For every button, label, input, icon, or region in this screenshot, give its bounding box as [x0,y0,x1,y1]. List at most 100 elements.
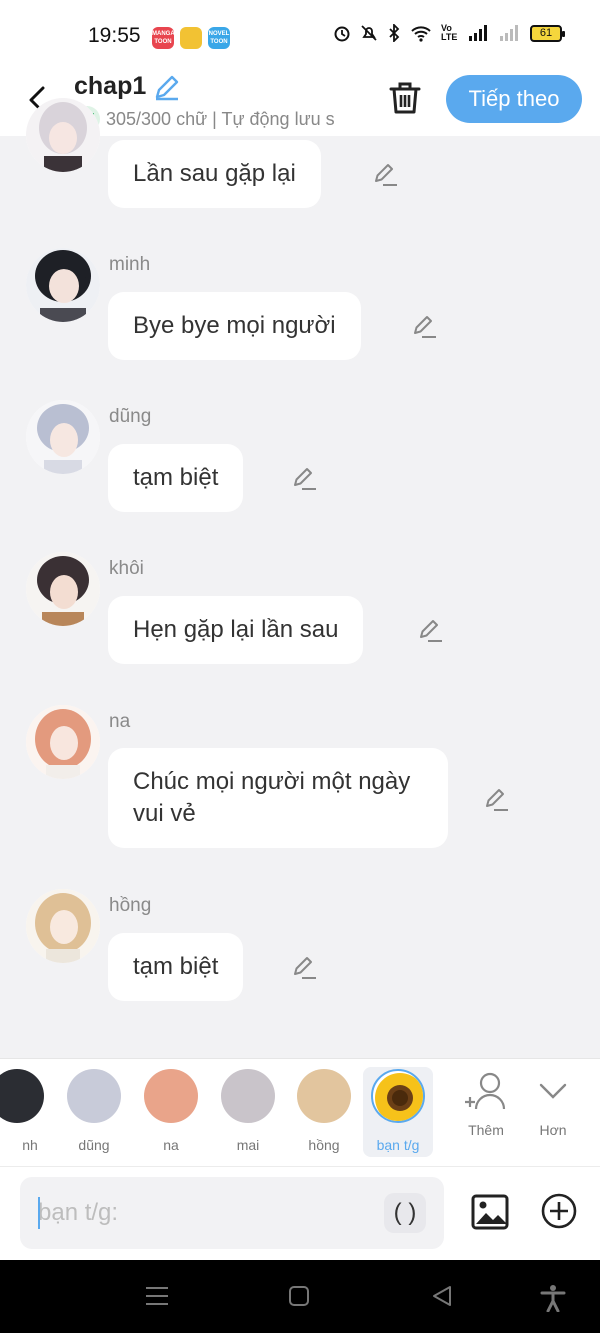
character-option[interactable]: mai [213,1067,283,1157]
message-bubble[interactable]: tạm biệt [108,444,244,512]
message-text: Lần sau gặp lại [133,160,296,187]
accessibility-icon [540,1285,566,1313]
character-option[interactable]: hồng [289,1067,359,1157]
character-option[interactable]: dũng [59,1067,129,1157]
character-name: hồng [109,895,152,916]
save-status: 305/300 chữ | Tự động lưu s [74,106,364,132]
edit-title-button[interactable] [152,72,182,102]
avatar[interactable] [26,248,100,322]
notification-icons: MANGA TOON NOVEL TOON [152,27,230,49]
chapter-title[interactable]: chap1 [74,72,146,101]
character-label: bạn t/g [376,1137,420,1153]
message-bubble[interactable]: Bye bye mọi người [108,292,361,360]
character-label: dũng [78,1137,110,1153]
pencil-icon [294,957,316,979]
status-icons: Vo LTE 61 [333,23,565,42]
character-label: mai [236,1137,260,1153]
add-label: Thêm [468,1122,504,1138]
edit-message-button[interactable] [371,160,399,188]
alarm-icon [334,26,350,42]
pencil-icon [155,75,179,101]
avatar[interactable] [26,889,100,963]
signal-icon [469,25,487,41]
avatar[interactable] [26,552,100,626]
trash-icon [389,82,421,114]
avatar [0,1069,44,1123]
word-count-text: 305/300 chữ | Tự động lưu s [106,108,335,129]
character-label: hồng [308,1137,340,1153]
sunflower-avatar [371,1069,425,1123]
character-name: na [109,711,131,732]
noveltoon-icon: NOVEL TOON [208,27,230,49]
bluetooth-icon [389,24,400,42]
chevron-down-icon [539,1083,567,1099]
status-time: 19:55 [88,24,141,47]
avatar [297,1069,351,1123]
edit-message-button[interactable] [482,785,510,813]
more-button[interactable]: Hơn [523,1071,583,1138]
status-bar: 19:55 MANGA TOON NOVEL TOON Vo LTE 61 [0,0,600,72]
avatar[interactable] [26,400,100,474]
add-button[interactable] [540,1192,578,1230]
pencil-icon [414,316,436,338]
character-selector: nh dũng na mai hồng bạn t/g Thêm Hơn [0,1058,600,1166]
character-label: nh [22,1137,38,1153]
home-square-icon [289,1286,309,1306]
mangatoon-icon: MANGA TOON [152,27,175,49]
edit-message-button[interactable] [416,616,444,644]
menu-icon [146,1287,168,1305]
battery-icon: 61 [530,24,565,42]
edit-message-button[interactable] [290,953,318,981]
character-name: khôi [109,558,144,579]
character-option[interactable]: na [136,1067,206,1157]
home-nav-button[interactable] [287,1284,317,1310]
insert-image-button[interactable] [470,1192,510,1232]
volte-label: Vo LTE [441,23,458,42]
compose-bar [0,1166,600,1260]
next-button[interactable]: Tiếp theo [446,75,582,123]
parenthesis-button[interactable]: ( ) [384,1193,426,1233]
avatar [221,1069,275,1123]
system-nav-bar [0,1260,600,1333]
edit-message-button[interactable] [410,312,438,340]
character-option[interactable]: nh [0,1067,52,1157]
character-label: na [163,1137,179,1153]
text-caret [38,1197,40,1229]
edit-message-button[interactable] [290,464,318,492]
image-icon [471,1194,509,1230]
character-name: minh [109,254,151,275]
message-text: Hẹn gặp lại lần sau [133,616,339,643]
message-text: Chúc mọi người một ngày vui vẻ [133,768,411,827]
message-text: Bye bye mọi người [133,312,336,339]
triangle-back-icon [433,1286,451,1306]
pencil-icon [420,620,442,642]
delete-button[interactable] [386,78,424,118]
add-user-icon [465,1072,506,1110]
message-input[interactable] [20,1177,444,1249]
avatar [144,1069,198,1123]
message-bubble[interactable]: Hẹn gặp lại lần sau [108,596,364,664]
character-name: dũng [109,406,152,427]
signal-weak-icon [500,25,518,41]
message-text: tạm biệt [133,464,219,491]
avatar [67,1069,121,1123]
pencil-icon [375,164,397,186]
add-character-button[interactable]: Thêm [456,1071,516,1138]
back-nav-button[interactable] [430,1284,460,1310]
message-bubble[interactable]: Lần sau gặp lại [108,140,321,208]
accessibility-button[interactable] [540,1284,570,1313]
menu-nav-button[interactable] [144,1284,174,1310]
avatar[interactable] [26,98,100,172]
character-option-selected[interactable]: bạn t/g [363,1067,433,1157]
avatar[interactable] [26,705,100,779]
emoji-app-icon [180,27,202,49]
message-bubble[interactable]: tạm biệt [108,933,244,1001]
plus-circle-icon [541,1193,577,1229]
mute-bell-icon [361,25,377,41]
message-bubble[interactable]: Chúc mọi người một ngày vui vẻ [108,748,448,848]
message-text: tạm biệt [133,953,219,980]
pencil-icon [294,468,316,490]
wifi-icon [411,26,431,42]
more-label: Hơn [539,1122,567,1138]
pencil-icon [486,789,508,811]
